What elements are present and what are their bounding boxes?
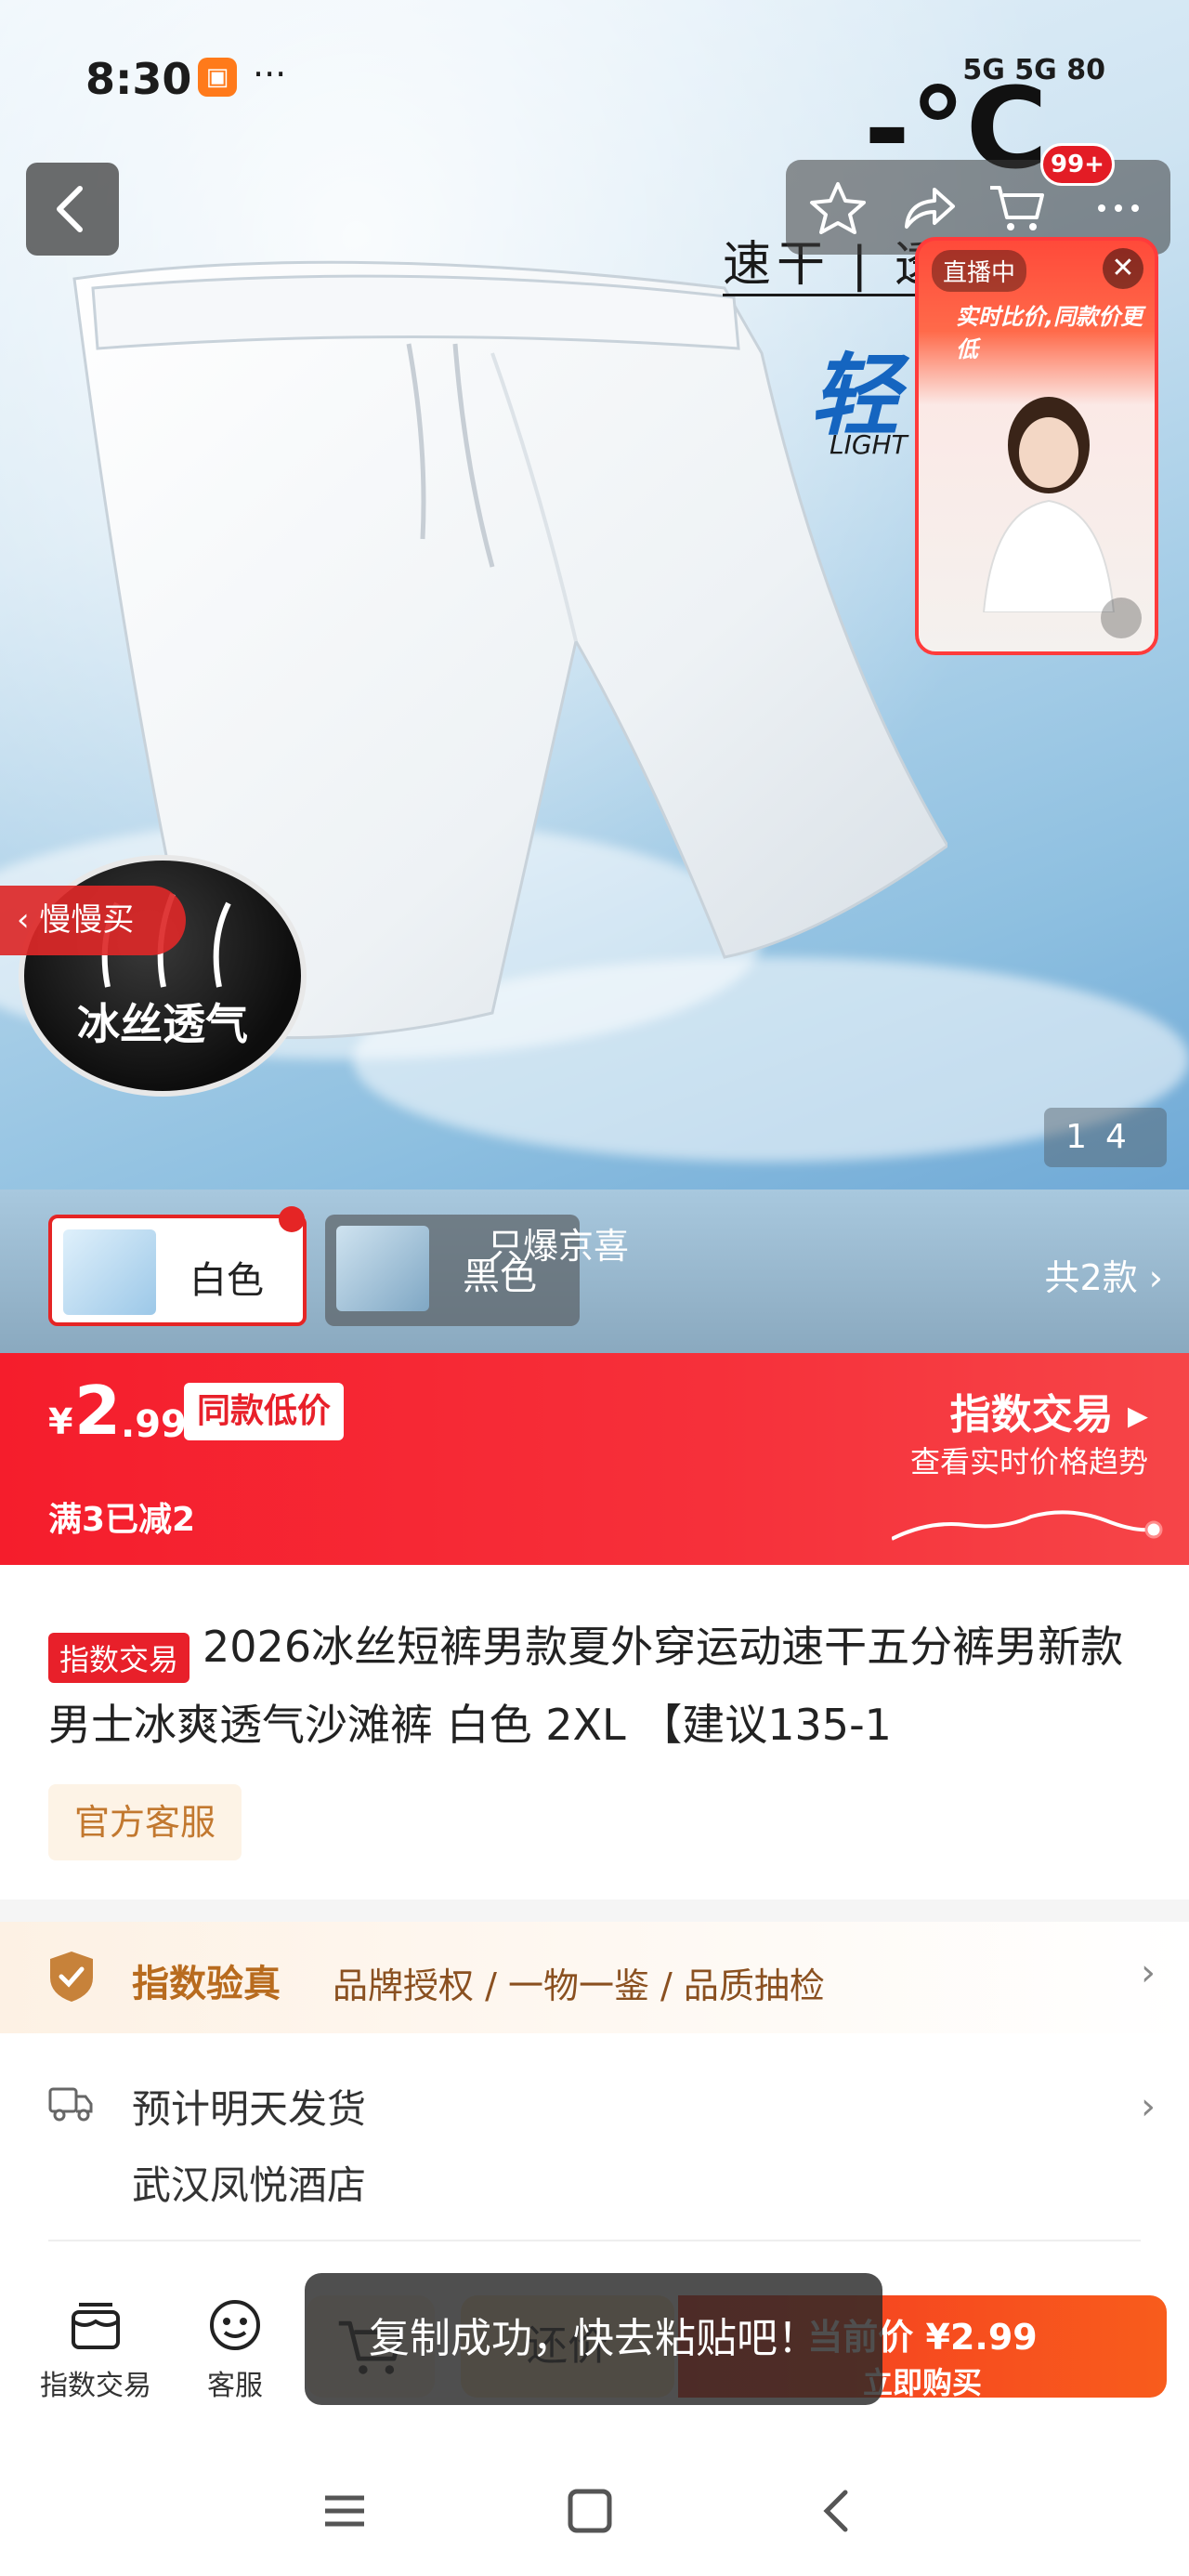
chevron-right-icon: ›: [1141, 1952, 1156, 1994]
section-separator: [0, 1899, 1189, 1922]
divider: [48, 2240, 1141, 2241]
slow-buy-tab[interactable]: ‹ 慢慢买: [0, 886, 186, 955]
shipping-estimate[interactable]: 预计明天发货: [132, 2078, 366, 2135]
product-title: 2026冰丝短裤男款夏外穿运动速干五分裤男新款男士冰爽透气沙滩裤 白色 2XL …: [48, 1622, 1124, 1750]
system-nav-bar: [0, 2444, 1189, 2576]
slow-buy-label: 慢慢买: [39, 901, 135, 939]
copy-success-toast: 复制成功，快去粘贴吧！: [305, 2273, 882, 2405]
price-trend-sparkline[interactable]: [892, 1483, 1170, 1557]
hero-caption-underline: [723, 294, 918, 296]
variant-label: 白色: [189, 1259, 264, 1302]
customer-service-button[interactable]: 客服: [175, 2297, 295, 2402]
index-trade-button[interactable]: 指数交易: [35, 2297, 156, 2402]
badge-text: 冰丝透气: [77, 999, 248, 1049]
verify-title: 指数验真: [132, 1963, 281, 2005]
hero-light-text: LIGHT: [830, 429, 908, 460]
variant-thumbnail: [63, 1229, 156, 1315]
cart-icon[interactable]: [986, 180, 1046, 234]
same-low-price-tag: 同款低价: [184, 1383, 345, 1440]
index-trade-label: 指数交易: [40, 2370, 151, 2402]
shield-check-icon: [50, 1952, 93, 2002]
live-stream-window[interactable]: 直播中 ✕ 实时比价,同款价更低: [915, 237, 1158, 655]
image-pager: 14: [1044, 1108, 1167, 1167]
shipping-address: 武汉凤悦酒店: [132, 2162, 367, 2208]
back-button[interactable]: [26, 163, 119, 256]
product-image-carousel[interactable]: 8:30 ▣ ··· 5G 5G 80 -°C 速干 | 透 轻 LIGHT 9…: [0, 0, 1189, 1189]
index-trade-title: 指数交易: [949, 1391, 1114, 1439]
share-icon[interactable]: [897, 180, 957, 234]
official-service-tag[interactable]: 官方客服: [48, 1784, 242, 1860]
store-icon: [72, 2303, 120, 2349]
verify-row[interactable]: 指数验真 品牌授权 / 一物一鉴 / 品质抽检 ›: [0, 1922, 1189, 2033]
selected-dot: [279, 1206, 305, 1232]
back-icon: [57, 186, 83, 232]
variant-white[interactable]: 白色: [48, 1215, 307, 1326]
pager-total: 4: [1105, 1118, 1145, 1156]
more-icon[interactable]: [1089, 180, 1148, 234]
price-currency: ¥: [48, 1401, 73, 1442]
status-time: 8:30: [85, 54, 192, 104]
price-decimal: .99: [121, 1403, 187, 1446]
chat-face-icon: [210, 2300, 260, 2350]
flash-text: 只爆京喜: [488, 1226, 630, 1267]
product-title-area: 指数交易 2026冰丝短裤男款夏外穿运动速干五分裤男新款男士冰爽透气沙滩裤 白色 …: [48, 1608, 1144, 1764]
promo-text: 满3已减2: [48, 1501, 196, 1539]
back-nav-icon[interactable]: [804, 2483, 869, 2539]
index-trade-link[interactable]: 指数交易 ▸: [950, 1381, 1148, 1440]
chevron-right-icon[interactable]: ›: [1141, 2085, 1156, 2128]
menu-icon[interactable]: [312, 2483, 377, 2539]
home-icon[interactable]: [557, 2483, 622, 2539]
price-bar: ¥ 2 .99 同款低价 满3已减2 指数交易 ▸ 查看实时价格趋势: [0, 1353, 1189, 1565]
price-trend-text: 查看实时价格趋势: [909, 1444, 1148, 1479]
status-dots: ···: [253, 54, 287, 95]
shopping-bag-icon: ▣: [198, 58, 237, 97]
variant-thumbnail: [336, 1226, 429, 1311]
customer-service-label: 客服: [207, 2370, 263, 2402]
pager-current: 1: [1065, 1118, 1105, 1156]
variant-strip: 白色 黑色 只爆京喜 共2款 ›: [0, 1189, 1189, 1353]
variant-count: 共2款: [1044, 1257, 1138, 1298]
mute-icon[interactable]: [1101, 598, 1142, 638]
variant-count-link[interactable]: 共2款 ›: [1045, 1249, 1163, 1300]
close-icon[interactable]: ✕: [1103, 248, 1143, 289]
live-tag: 直播中: [932, 250, 1027, 292]
live-host-image: [982, 397, 1116, 612]
cart-count-badge: 99+: [1040, 143, 1115, 186]
price-integer: 2: [74, 1372, 122, 1450]
verify-items: 品牌授权 / 一物一鉴 / 品质抽检: [333, 1965, 825, 2006]
star-icon[interactable]: [808, 180, 868, 234]
index-trade-tag: 指数交易: [48, 1632, 190, 1683]
delivery-truck-icon: [48, 2087, 93, 2122]
live-slogan: 实时比价,同款价更低: [956, 304, 1143, 362]
